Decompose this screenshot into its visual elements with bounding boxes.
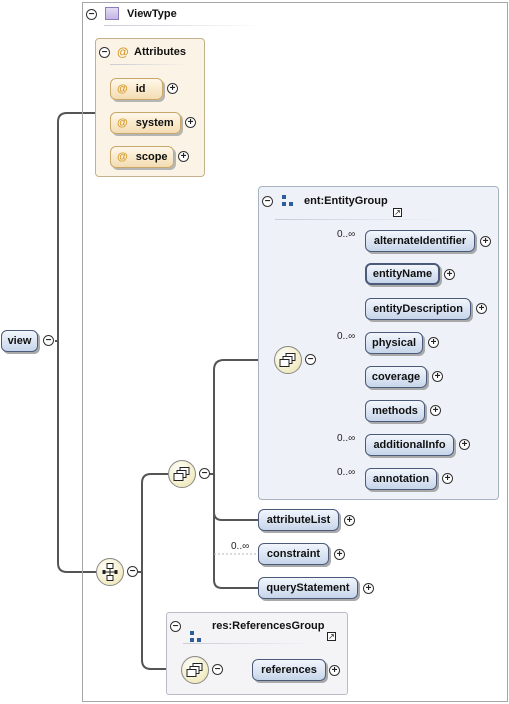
attribute-label: scope — [135, 151, 168, 163]
element-attribute-list[interactable]: attributeList — [258, 509, 339, 531]
element-additional-info[interactable]: additionalInfo — [365, 434, 454, 456]
attributes-title: Attributes — [134, 46, 186, 58]
group-separator — [183, 643, 313, 644]
all-compositor-glyph — [102, 563, 118, 581]
choice-compositor-glyph — [279, 353, 296, 367]
attribute-scope[interactable]: @ scope — [110, 146, 174, 168]
element-label: additionalInfo — [373, 439, 446, 451]
element-label: coverage — [371, 371, 421, 383]
expand-additional-info-icon[interactable]: + — [459, 439, 470, 450]
element-annotation[interactable]: annotation — [365, 468, 437, 490]
expand-coverage-icon[interactable]: + — [432, 371, 443, 382]
entity-group-title: ent:EntityGroup — [304, 195, 388, 207]
collapse-references-sequence-icon[interactable]: − — [212, 664, 223, 675]
element-label: annotation — [372, 473, 430, 485]
external-link-icon[interactable]: ↗ — [393, 208, 402, 217]
element-label: queryStatement — [266, 582, 350, 594]
attribute-system[interactable]: @ system — [110, 112, 181, 134]
element-physical[interactable]: physical — [365, 332, 423, 354]
expand-entity-name-icon[interactable]: + — [444, 269, 455, 280]
expand-annotation-icon[interactable]: + — [442, 473, 453, 484]
at-icon: @ — [117, 117, 128, 129]
references-sequence-icon[interactable] — [181, 656, 209, 684]
element-references[interactable]: references — [252, 659, 326, 681]
element-label: attributeList — [266, 514, 331, 526]
at-icon: @ — [117, 151, 128, 163]
expand-alternate-identifier-icon[interactable]: + — [480, 236, 491, 247]
sequence-compositor-glyph — [173, 467, 190, 481]
expand-system-icon[interactable]: + — [185, 117, 196, 128]
collapse-entity-group-icon[interactable]: − — [262, 196, 273, 207]
attribute-label: id — [135, 83, 146, 95]
at-icon: @ — [117, 83, 128, 95]
cardinality-label: 0..∞ — [231, 541, 250, 552]
group-separator — [275, 219, 445, 220]
group-icon — [282, 195, 293, 206]
element-alternate-identifier[interactable]: alternateIdentifier — [365, 230, 475, 252]
expand-physical-icon[interactable]: + — [428, 337, 439, 348]
sequence-compositor-glyph — [186, 663, 203, 677]
expand-methods-icon[interactable]: + — [430, 405, 441, 416]
expand-constraint-icon[interactable]: + — [334, 549, 345, 560]
expand-id-icon[interactable]: + — [167, 83, 178, 94]
sequence-compositor-icon[interactable] — [168, 460, 196, 488]
element-label: entityDescription — [373, 303, 463, 315]
all-compositor-icon[interactable] — [96, 558, 124, 586]
attribute-label: system — [135, 117, 174, 129]
cardinality-label: 0..∞ — [337, 331, 356, 342]
collapse-all-icon[interactable]: − — [127, 566, 138, 577]
element-label: entityName — [372, 268, 433, 280]
collapse-references-group-icon[interactable]: − — [170, 621, 181, 632]
attributes-separator — [110, 64, 190, 65]
element-entity-description[interactable]: entityDescription — [365, 298, 471, 320]
attributes-at-icon: @ — [117, 45, 129, 59]
expand-query-statement-icon[interactable]: + — [363, 583, 374, 594]
expand-attribute-list-icon[interactable]: + — [344, 515, 355, 526]
element-label: constraint — [266, 548, 321, 560]
attribute-id[interactable]: @ id — [110, 78, 163, 100]
references-group-title: res:ReferencesGroup — [212, 620, 325, 632]
element-entity-name[interactable]: entityName — [365, 263, 440, 285]
element-label: physical — [371, 337, 417, 349]
expand-references-icon[interactable]: + — [329, 665, 340, 676]
collapse-sequence-icon[interactable]: − — [199, 468, 210, 479]
collapse-attributes-icon[interactable]: − — [99, 47, 110, 58]
element-label: methods — [372, 405, 418, 417]
view-element[interactable]: view — [1, 330, 38, 352]
element-label: references — [261, 664, 317, 676]
element-constraint[interactable]: constraint — [258, 543, 329, 565]
element-label: view — [7, 335, 32, 347]
cardinality-label: 0..∞ — [337, 467, 356, 478]
collapse-choice-icon[interactable]: − — [305, 354, 316, 365]
external-link-icon[interactable]: ↗ — [327, 632, 336, 641]
collapse-view-icon[interactable]: − — [43, 335, 54, 346]
choice-compositor-icon[interactable] — [274, 346, 302, 374]
group-icon — [190, 631, 201, 642]
element-methods[interactable]: methods — [365, 400, 425, 422]
complex-type-icon — [105, 7, 119, 20]
expand-scope-icon[interactable]: + — [178, 151, 189, 162]
complex-type-title: ViewType — [127, 8, 177, 20]
title-separator — [104, 25, 264, 26]
cardinality-label: 0..∞ — [337, 229, 356, 240]
expand-entity-description-icon[interactable]: + — [476, 303, 487, 314]
element-coverage[interactable]: coverage — [365, 366, 427, 388]
element-label: alternateIdentifier — [373, 235, 467, 247]
collapse-viewtype-icon[interactable]: − — [86, 9, 97, 20]
element-query-statement[interactable]: queryStatement — [258, 577, 358, 599]
cardinality-label: 0..∞ — [337, 433, 356, 444]
